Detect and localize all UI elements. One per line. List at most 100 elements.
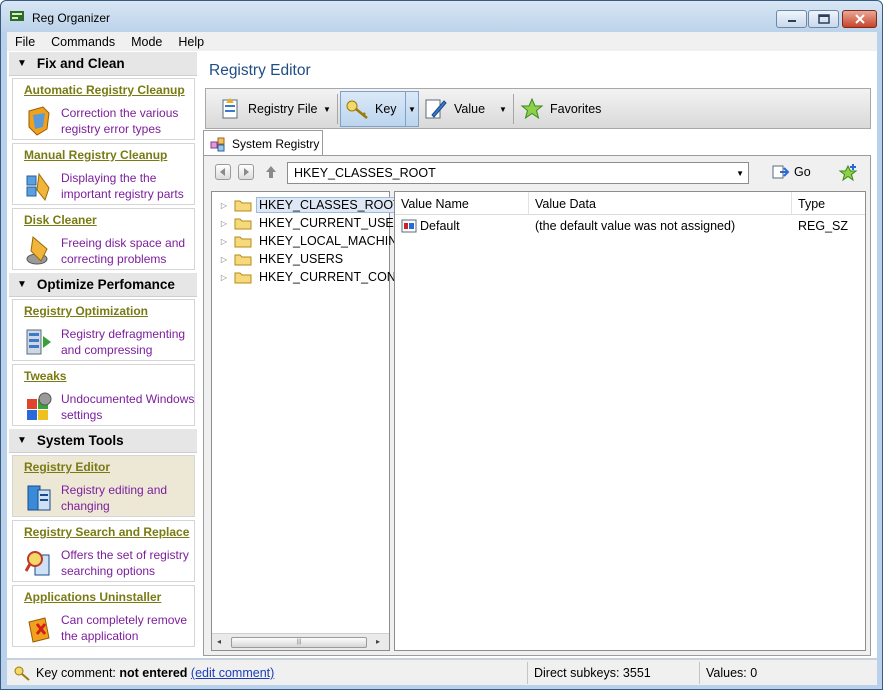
- tree-horizontal-scrollbar[interactable]: ◂ ||| ▸: [212, 633, 389, 650]
- collapse-chevron-icon[interactable]: ▼: [17, 279, 27, 290]
- editor-toolbar: Registry File ▼ Key ▼ Value ▼ Favorites: [205, 88, 871, 129]
- chevron-down-icon[interactable]: ▼: [736, 169, 744, 178]
- value-button[interactable]: Value: [424, 91, 485, 127]
- task-tweaks[interactable]: Tweaks Undocumented Windows settings: [12, 364, 195, 426]
- tree-node[interactable]: ▷ HKEY_CURRENT_USER: [212, 214, 406, 232]
- key-dropdown[interactable]: ▼: [405, 91, 419, 127]
- title-bar[interactable]: Reg Organizer: [1, 1, 882, 32]
- task-panel: ▼ Fix and Clean Automatic Registry Clean…: [7, 51, 199, 658]
- task-title[interactable]: Automatic Registry Cleanup: [24, 83, 185, 97]
- task-manual-registry-cleanup[interactable]: Manual Registry Cleanup Displaying the t…: [12, 143, 195, 205]
- value-name-text: Default: [420, 219, 460, 233]
- status-divider: [527, 662, 528, 684]
- registry-path-value: HKEY_CLASSES_ROOT: [294, 166, 436, 180]
- task-description: Correction the various registry error ty…: [61, 106, 179, 136]
- menu-mode[interactable]: Mode: [123, 35, 170, 49]
- status-divider: [699, 662, 700, 684]
- tree-node-label: HKEY_CLASSES_ROOT: [256, 197, 404, 213]
- edit-comment-link[interactable]: (edit comment): [191, 666, 274, 680]
- go-label: Go: [794, 165, 811, 179]
- task-disk-cleaner[interactable]: Disk Cleaner Freeing disk space and corr…: [12, 208, 195, 270]
- column-value-data[interactable]: Value Data: [529, 192, 792, 215]
- scroll-right-arrow-icon[interactable]: ▸: [376, 637, 380, 646]
- key-comment-label: Key comment:: [36, 666, 116, 680]
- main-content: ▼ Fix and Clean Automatic Registry Clean…: [7, 51, 877, 658]
- task-title[interactable]: Registry Optimization: [24, 304, 148, 318]
- menu-help[interactable]: Help: [170, 35, 212, 49]
- task-title[interactable]: Disk Cleaner: [24, 213, 97, 227]
- registry-file-dropdown[interactable]: ▼: [320, 91, 334, 127]
- task-title[interactable]: Registry Editor: [24, 460, 110, 474]
- registry-file-button[interactable]: Registry File: [220, 91, 317, 127]
- key-label: Key: [375, 102, 397, 116]
- section-system-tools[interactable]: ▼ System Tools: [9, 429, 197, 453]
- forward-button[interactable]: [238, 164, 254, 180]
- registry-editor-icon: [27, 485, 51, 511]
- task-registry-optimization[interactable]: Registry Optimization Registry defragmen…: [12, 299, 195, 361]
- task-title[interactable]: Applications Uninstaller: [24, 590, 161, 604]
- expand-arrow-icon[interactable]: ▷: [218, 201, 230, 210]
- value-label: Value: [454, 102, 486, 116]
- value-name-cell: Default: [401, 216, 460, 236]
- collapse-chevron-icon[interactable]: ▼: [17, 58, 27, 69]
- maximize-button[interactable]: [808, 10, 839, 28]
- task-description: Registry defragmenting and compressing: [61, 327, 186, 357]
- broom-cubes-icon: [26, 172, 50, 202]
- task-title[interactable]: Tweaks: [24, 369, 66, 383]
- task-applications-uninstaller[interactable]: Applications Uninstaller Can completely …: [12, 585, 195, 647]
- task-registry-search-replace[interactable]: Registry Search and Replace Offers the s…: [12, 520, 195, 582]
- section-fix-and-clean[interactable]: ▼ Fix and Clean: [9, 52, 197, 76]
- tab-label: System Registry: [232, 136, 320, 151]
- registry-path-combobox[interactable]: HKEY_CLASSES_ROOT ▼: [287, 162, 749, 184]
- expand-arrow-icon[interactable]: ▷: [218, 273, 230, 282]
- tree-node[interactable]: ▷ HKEY_CURRENT_CONFIG: [212, 268, 420, 286]
- value-dropdown[interactable]: ▼: [496, 91, 510, 127]
- section-title: Fix and Clean: [36, 56, 125, 71]
- tree-node-label: HKEY_LOCAL_MACHINE: [259, 234, 406, 248]
- tree-node[interactable]: ▷ HKEY_LOCAL_MACHINE: [212, 232, 409, 250]
- status-bar: Key comment: not entered (edit comment) …: [7, 659, 877, 685]
- task-registry-editor[interactable]: Registry Editor Registry editing and cha…: [12, 455, 195, 517]
- tree-node[interactable]: ▷ HKEY_CLASSES_ROOT: [212, 196, 404, 214]
- registry-file-icon: [222, 98, 238, 119]
- folder-icon: [234, 236, 252, 248]
- task-title[interactable]: Manual Registry Cleanup: [24, 148, 167, 162]
- favorites-button[interactable]: Favorites: [520, 91, 601, 127]
- minimize-button[interactable]: [776, 10, 807, 28]
- back-button[interactable]: [215, 164, 231, 180]
- favorites-star-icon: [520, 97, 544, 120]
- key-button[interactable]: Key: [340, 91, 406, 127]
- close-button[interactable]: [842, 10, 877, 28]
- values-header: Value Name Value Data Type: [395, 192, 865, 215]
- app-window: Reg Organizer File Commands Mode Help ▼ …: [0, 0, 883, 690]
- direct-subkeys-status: Direct subkeys: 3551: [534, 666, 651, 680]
- section-optimize-performance[interactable]: ▼ Optimize Perfomance: [9, 273, 197, 297]
- column-value-name[interactable]: Value Name: [395, 192, 529, 215]
- value-icon: [425, 99, 447, 119]
- uninstaller-icon: [28, 617, 50, 643]
- task-title[interactable]: Registry Search and Replace: [24, 525, 189, 539]
- scrollbar-thumb[interactable]: |||: [231, 637, 367, 648]
- add-favorite-icon[interactable]: [838, 163, 858, 183]
- menu-commands[interactable]: Commands: [43, 35, 123, 49]
- task-description: Registry editing and changing: [61, 483, 168, 513]
- favorites-label: Favorites: [550, 102, 602, 116]
- tree-node[interactable]: ▷ HKEY_USERS: [212, 250, 346, 268]
- tab-system-registry[interactable]: System Registry: [203, 130, 323, 156]
- expand-arrow-icon[interactable]: ▷: [218, 219, 230, 228]
- back-arrow-icon: [220, 168, 225, 176]
- task-automatic-registry-cleanup[interactable]: Automatic Registry Cleanup Correction th…: [12, 78, 195, 140]
- collapse-chevron-icon[interactable]: ▼: [17, 435, 27, 446]
- table-row[interactable]: Default (the default value was not assig…: [395, 216, 865, 236]
- expand-arrow-icon[interactable]: ▷: [218, 237, 230, 246]
- menu-file[interactable]: File: [7, 35, 43, 49]
- window-title: Reg Organizer: [32, 11, 111, 25]
- expand-arrow-icon[interactable]: ▷: [218, 255, 230, 264]
- registry-file-label: Registry File: [248, 102, 318, 116]
- go-button[interactable]: Go: [772, 164, 811, 180]
- column-type[interactable]: Type: [792, 192, 865, 215]
- registry-tree[interactable]: ▷ HKEY_CLASSES_ROOT ▷ HKEY_CURRENT_USER …: [211, 191, 417, 651]
- scroll-left-arrow-icon[interactable]: ◂: [217, 637, 221, 646]
- values-list[interactable]: Value Name Value Data Type Default (the …: [394, 191, 866, 651]
- go-up-icon[interactable]: [263, 164, 279, 180]
